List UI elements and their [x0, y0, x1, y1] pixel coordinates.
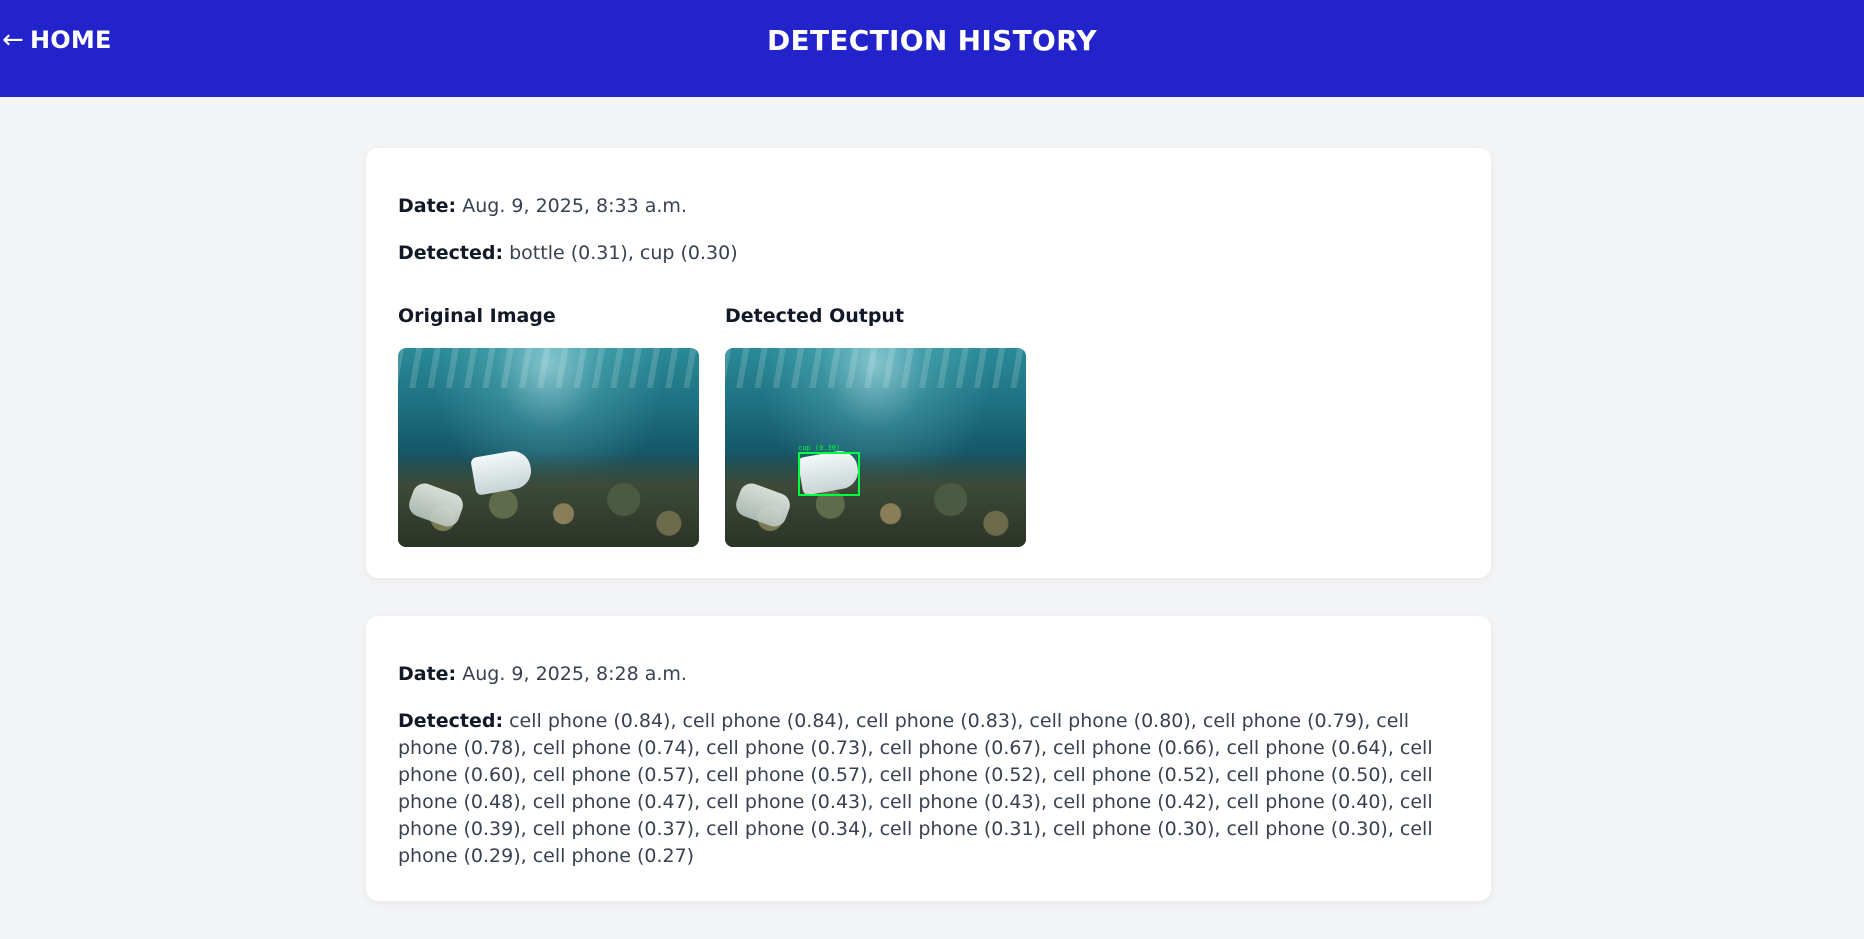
date-value: Aug. 9, 2025, 8:33 a.m.	[462, 195, 687, 217]
detection-bounding-box	[798, 452, 860, 496]
detected-value: bottle (0.31), cup (0.30)	[509, 242, 738, 264]
bounding-box-label: cup (0.30)	[798, 444, 841, 452]
record-detected: Detected: cell phone (0.84), cell phone …	[398, 708, 1459, 870]
detected-label: Detected:	[398, 710, 504, 732]
detection-record-card: Date: Aug. 9, 2025, 8:33 a.m. Detected: …	[366, 148, 1491, 578]
detection-history-list: Date: Aug. 9, 2025, 8:33 a.m. Detected: …	[366, 148, 1491, 939]
original-image-title: Original Image	[398, 305, 556, 327]
date-label: Date:	[398, 663, 457, 685]
detected-output-column: Detected Output cup (0.30)	[725, 305, 1026, 547]
original-image-column: Original Image	[398, 305, 699, 547]
detected-output-title: Detected Output	[725, 305, 905, 327]
image-comparison: Original Image Detected Output cup (0.30…	[398, 305, 1459, 547]
water-surface	[725, 348, 1026, 388]
water-surface	[398, 348, 699, 388]
detected-value: cell phone (0.84), cell phone (0.84), ce…	[398, 710, 1433, 867]
top-navbar: ← HOME DETECTION HISTORY	[0, 0, 1864, 97]
page-title: DETECTION HISTORY	[767, 24, 1097, 57]
record-date: Date: Aug. 9, 2025, 8:28 a.m.	[398, 661, 1459, 688]
record-date: Date: Aug. 9, 2025, 8:33 a.m.	[398, 193, 1459, 220]
date-value: Aug. 9, 2025, 8:28 a.m.	[462, 663, 687, 685]
original-image	[398, 348, 699, 547]
detected-label: Detected:	[398, 242, 504, 264]
detection-record-card: Date: Aug. 9, 2025, 8:28 a.m. Detected: …	[366, 616, 1491, 901]
record-detected: Detected: bottle (0.31), cup (0.30)	[398, 240, 1459, 267]
date-label: Date:	[398, 195, 457, 217]
detected-output-image: cup (0.30)	[725, 348, 1026, 547]
